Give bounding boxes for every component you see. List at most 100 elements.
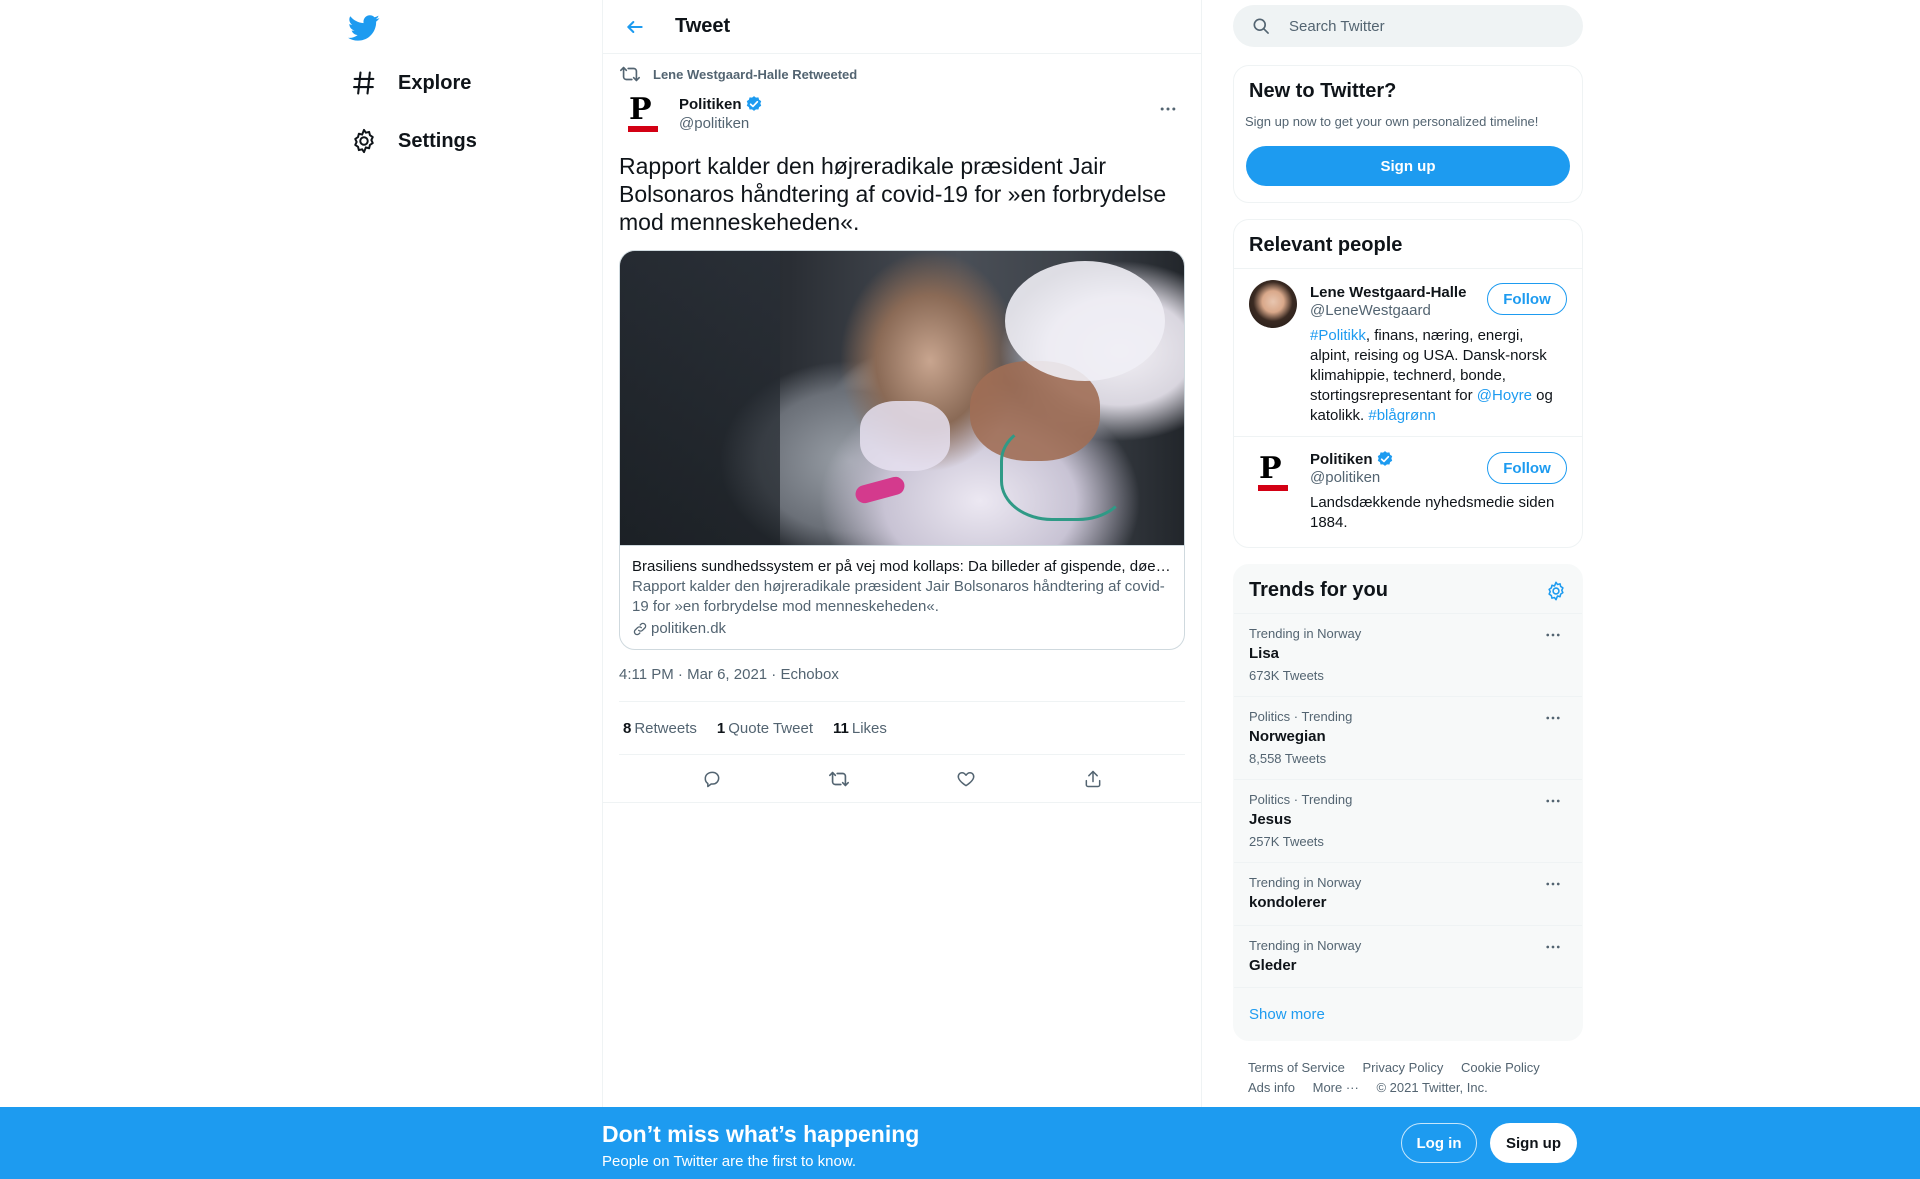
more-dots-icon [1160,107,1176,111]
follow-button[interactable]: Follow [1487,452,1567,484]
person-bio: Landsdækkende nyhedsmedie siden 1884. [1310,494,1555,531]
trend-more-button[interactable] [1539,873,1567,895]
trends-title: Trends for you [1249,579,1388,601]
footer-cookie-link[interactable]: Cookie Policy [1461,1058,1540,1078]
author-handle[interactable]: @politiken [679,115,763,132]
politiken-logo-letter: P [629,92,652,127]
arrow-left-icon [627,20,643,33]
card-description: Rapport kalder den højreradikale præside… [632,578,1165,615]
twitter-logo-icon[interactable] [348,12,380,44]
retweet-icon [828,771,849,786]
more-dots-icon [1546,716,1560,720]
tweet-actions [603,755,1201,803]
nav-explore[interactable]: Explore [350,63,471,103]
trend-name: Gleder [1249,957,1297,974]
quotes-label: Quote Tweet [728,719,813,737]
person-name[interactable]: Politiken [1310,451,1373,468]
retweet-button[interactable] [821,761,857,797]
bio-mention[interactable]: @Hoyre [1477,387,1532,404]
retweets-stat[interactable]: 8 Retweets [623,720,697,737]
retweeted-by-text: Lene Westgaard-Halle Retweeted [653,66,858,82]
trend-more-button[interactable] [1539,936,1567,958]
author-name-line: Politiken [679,94,763,114]
trend-meta: Trending in Norway [1249,875,1362,890]
trend-more-button[interactable] [1539,624,1567,646]
gear-icon[interactable] [1545,580,1567,602]
tweet-author: P Politiken @politiken [619,90,1185,146]
trend-item[interactable]: Politics · Trending Norwegian 8,558 Twee… [1234,696,1582,779]
trend-meta: Trending in Norway [1249,626,1362,641]
trend-more-button[interactable] [1539,707,1567,729]
follow-button[interactable]: Follow [1487,283,1567,315]
tweet-timestamp[interactable]: 4:11 PM · Mar 6, 2021 · Echobox [619,666,1185,702]
retweets-count: 8 [623,719,632,737]
person-card[interactable]: P Politiken @politiken Landsdækkende nyh… [1234,437,1582,547]
trend-name: Jesus [1249,811,1292,828]
back-button[interactable] [617,9,653,45]
footer-ads-link[interactable]: Ads info [1248,1078,1295,1098]
tweet: Lene Westgaard-Halle Retweeted P Politik… [603,54,1201,803]
nav-settings[interactable]: Settings [350,121,477,161]
nav-explore-label: Explore [398,71,472,94]
reply-button[interactable] [694,761,730,797]
tweet-more-button[interactable] [1151,92,1185,126]
bio-hashtag[interactable]: #blågrønn [1368,407,1436,424]
show-more-link[interactable]: Show more [1249,1006,1325,1023]
verified-badge-icon [746,96,761,111]
retweet-context[interactable]: Lene Westgaard-Halle Retweeted [619,54,1185,94]
politiken-logo-bar [1258,485,1288,491]
card-title: Brasiliens sundhedssystem er på vej mod … [632,558,1172,575]
share-icon [1085,770,1100,787]
login-button[interactable]: Log in [1401,1123,1477,1163]
quotes-stat[interactable]: 1 Quote Tweet [717,720,813,737]
like-button[interactable] [948,761,984,797]
footer-privacy-link[interactable]: Privacy Policy [1362,1058,1443,1078]
likes-stat[interactable]: 11 Likes [833,720,887,737]
person-bio: #Politikk, finans, næring, energi, alpin… [1310,326,1565,426]
new-to-twitter-panel: New to Twitter? Sign up now to get your … [1233,65,1583,203]
hashtag-icon [353,71,375,95]
share-button[interactable] [1075,761,1111,797]
main-column: Tweet Lene Westgaard-Halle Retweeted P P… [602,0,1202,1107]
trend-meta: Trending in Norway [1249,938,1362,953]
avatar[interactable]: P [619,90,667,138]
gear-icon [354,128,374,154]
card-image [620,251,1184,545]
trend-item[interactable]: Politics · Trending Jesus 257K Tweets [1234,779,1582,862]
more-dots-icon [1546,882,1560,886]
trend-item[interactable]: Trending in Norway Lisa 673K Tweets [1234,613,1582,696]
person-card[interactable]: Lene Westgaard-Halle @LeneWestgaard #Pol… [1234,268,1582,436]
trends-panel: Trends for you Trending in Norway Lisa 6… [1233,564,1583,1041]
avatar[interactable] [1249,280,1297,328]
link-card[interactable]: Brasiliens sundhedssystem er på vej mod … [619,250,1185,650]
trend-meta: Politics · Trending [1249,792,1353,807]
banner-subtitle: People on Twitter are the first to know. [602,1153,857,1170]
footer-terms-link[interactable]: Terms of Service [1248,1058,1345,1078]
link-icon [633,622,647,635]
new-to-twitter-subtitle: Sign up now to get your own personalized… [1245,114,1539,129]
search-icon [1253,18,1269,34]
trend-item[interactable]: Trending in Norway Gleder [1234,925,1582,988]
tweet-text: Rapport kalder den højreradikale præside… [619,153,1167,235]
author-name[interactable]: Politiken [679,96,742,113]
search-input[interactable] [1289,17,1559,35]
trend-name: Lisa [1249,645,1280,662]
author-names: Politiken @politiken [679,90,763,132]
trend-count: 8,558 Tweets [1249,751,1327,766]
retweets-label: Retweets [634,719,697,737]
trend-name: kondolerer [1249,894,1327,911]
footer-links: Terms of Service Privacy Policy Cookie P… [1248,1058,1578,1098]
footer-more-link[interactable]: More ··· [1313,1078,1359,1098]
avatar[interactable]: P [1249,449,1297,497]
signup-button[interactable]: Sign up [1490,1123,1577,1163]
bio-hashtag[interactable]: #Politikk [1310,327,1366,344]
relevant-people-title: Relevant people [1249,234,1403,256]
banner-title: Don’t miss what’s happening [602,1121,920,1147]
trend-more-button[interactable] [1539,790,1567,812]
more-dots-icon [1546,799,1560,803]
search-box[interactable] [1233,5,1583,47]
sidebar-signup-button[interactable]: Sign up [1246,146,1570,186]
reply-icon [704,771,719,787]
trend-item[interactable]: Trending in Norway kondolerer [1234,862,1582,925]
politiken-logo-letter: P [1259,451,1282,486]
